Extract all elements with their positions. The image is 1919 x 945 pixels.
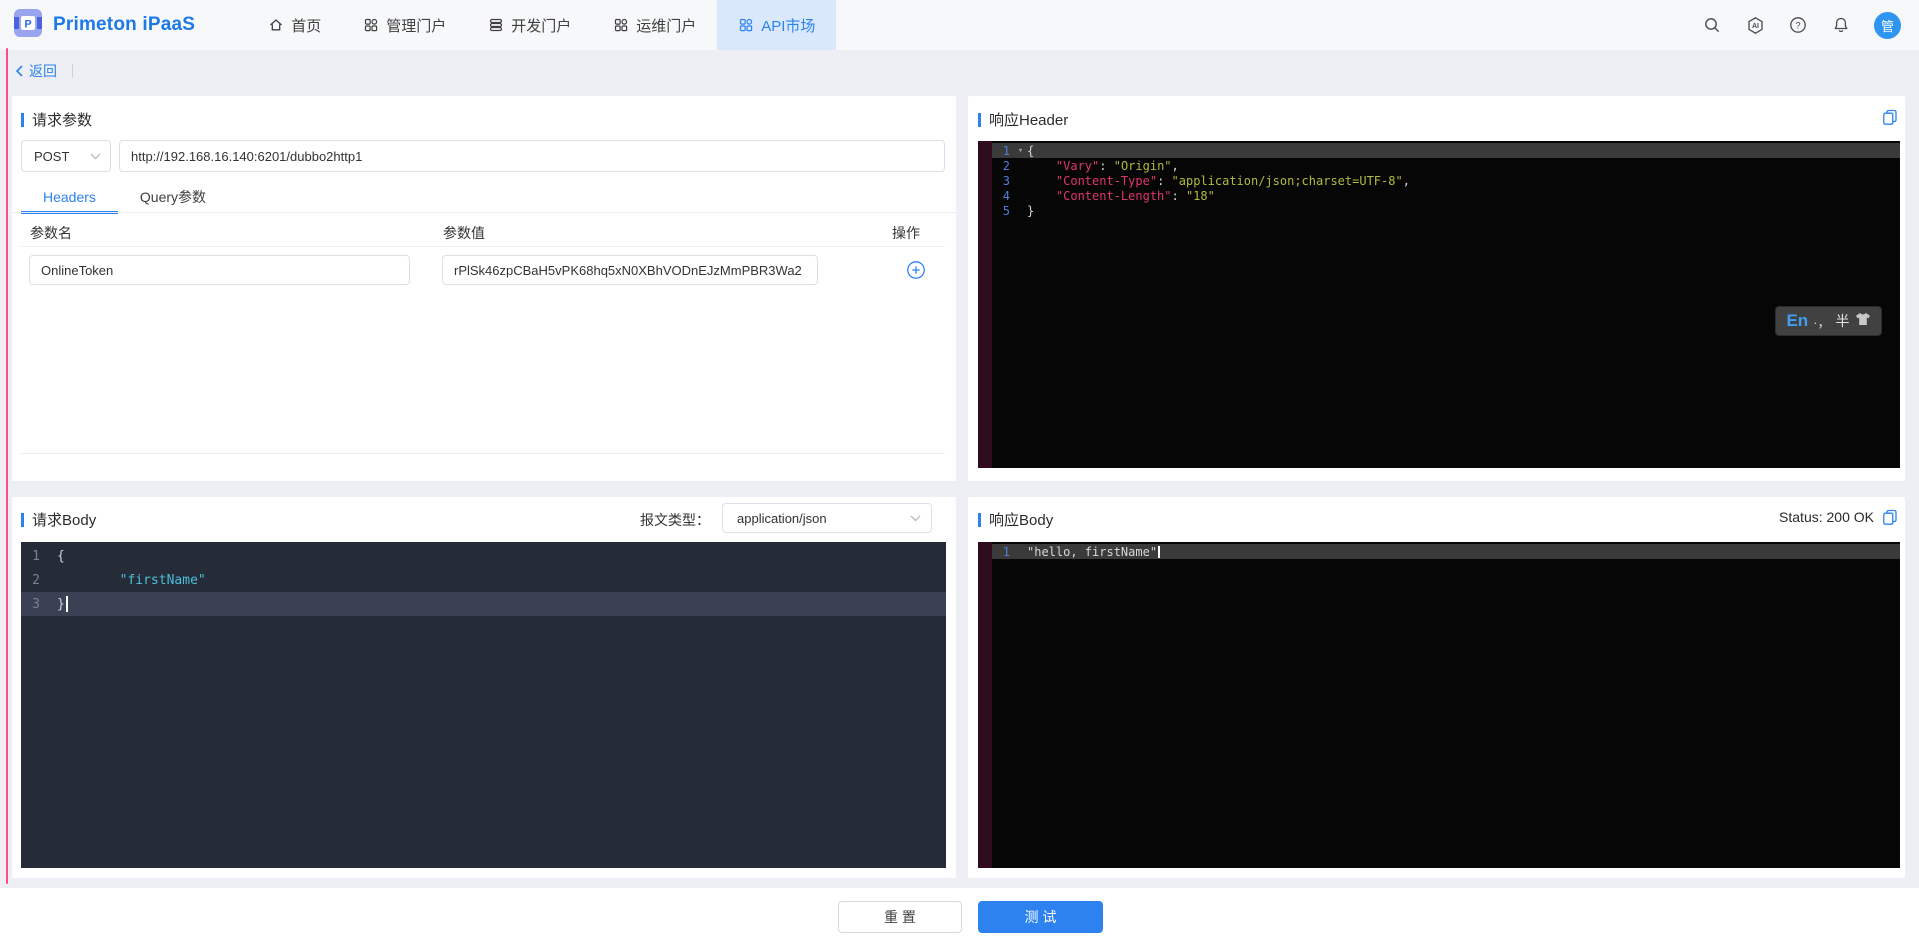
tab-label: Headers (43, 189, 96, 205)
nav-item-label: 开发门户 (511, 17, 572, 35)
brand-logo-icon: P (13, 8, 43, 43)
url-input[interactable] (119, 140, 945, 172)
back-label: 返回 (29, 63, 57, 79)
code-line: 2 "Vary": "Origin", (1002, 158, 1179, 173)
nav-item-label: 首页 (291, 17, 322, 35)
tab-headers[interactable]: Headers (21, 182, 118, 214)
ime-indicator: En ·， 半 (1776, 307, 1881, 335)
content-type-label: 报文类型： (640, 512, 710, 528)
request-tabs: Headers Query参数 (21, 182, 228, 214)
brand-title: Primeton iPaaS (53, 14, 196, 35)
panel-title-text: 请求参数 (32, 112, 93, 129)
method-select[interactable]: POST (21, 140, 111, 172)
tab-label: Query参数 (139, 189, 207, 205)
content-type-select[interactable]: application/json (722, 503, 932, 533)
bell-icon[interactable] (1831, 15, 1851, 35)
column-header-value: 参数值 (443, 225, 485, 241)
panel-title: 请求参数 (21, 109, 92, 130)
status-badge: Status: 200 OK (1779, 509, 1874, 525)
test-button[interactable]: 测 试 (978, 901, 1103, 933)
column-header-name: 参数名 (30, 225, 72, 241)
request-body-panel: 请求Body 报文类型： application/json 1{ 2 "first… (12, 497, 956, 878)
code-line: 3 "Content-Type": "application/json;char… (1002, 173, 1410, 188)
param-value-input[interactable] (442, 255, 818, 285)
panel-title-text: 请求Body (32, 512, 97, 529)
add-row-icon[interactable] (906, 260, 926, 280)
code-line: 4 "Content-Length": "18" (1002, 188, 1215, 203)
editor-gutter-strip (978, 542, 992, 868)
response-body-panel: 响应Body Status: 200 OK 1 "hello, firstName… (968, 497, 1905, 878)
nav-item-label: 管理门户 (386, 17, 447, 35)
panel-title-text: 响应Header (989, 112, 1069, 129)
nav-item-ops-portal[interactable]: 运维门户 (592, 0, 717, 50)
svg-text:AI: AI (1752, 23, 1759, 30)
nav-item-label: 运维门户 (636, 17, 697, 35)
brand: P Primeton iPaaS (0, 0, 195, 50)
content-type-value: application/json (737, 510, 827, 526)
method-value: POST (34, 148, 70, 164)
fold-arrow-icon: ▾ (1017, 145, 1024, 156)
nav-item-dev-portal[interactable]: 开发门户 (467, 0, 592, 50)
footer-bar: 重 置 测 试 (0, 888, 1919, 945)
nav-item-home[interactable]: 首页 (247, 0, 342, 50)
help-icon[interactable]: ? (1788, 15, 1808, 35)
divider (21, 453, 945, 454)
text-cursor (65, 596, 68, 612)
home-icon (268, 17, 284, 33)
divider (21, 246, 945, 247)
grid-icon (363, 17, 379, 33)
back-button[interactable]: 返回 (15, 61, 57, 81)
code-line: 3} (21, 592, 946, 616)
code-line: 1 ▾{ (992, 143, 1900, 158)
response-header-panel: 响应Header 1 ▾{2 "Vary": "Origin", 3 "Conten… (968, 96, 1905, 481)
divider (12, 212, 956, 213)
svg-text:P: P (24, 18, 31, 30)
ime-punct-label: ·， (1813, 314, 1831, 330)
nav-item-admin-portal[interactable]: 管理门户 (342, 0, 467, 50)
nav-item-api-market[interactable]: API市场 (717, 0, 837, 50)
panel-title: 请求Body (21, 509, 96, 530)
top-navbar: P Primeton iPaaS 首页 管理门户 开发门户 运维门户 API市场 (0, 0, 1919, 50)
copy-icon[interactable] (1882, 509, 1898, 525)
reset-button[interactable]: 重 置 (838, 901, 962, 933)
ime-lang-label: En (1786, 311, 1809, 330)
response-header-editor[interactable]: 1 ▾{2 "Vary": "Origin", 3 "Content-Type": … (978, 141, 1900, 468)
search-icon[interactable] (1702, 15, 1722, 35)
annotation-line (6, 48, 8, 884)
response-body-editor[interactable]: 1 "hello, firstName" (978, 542, 1900, 868)
param-name-input[interactable] (29, 255, 410, 285)
grid-icon (613, 17, 629, 33)
chevron-down-icon (910, 515, 921, 521)
stack-icon (488, 17, 504, 33)
editor-gutter-strip (978, 141, 992, 468)
chevron-down-icon (90, 153, 101, 159)
ime-skin-icon (1855, 312, 1871, 331)
ime-halfwidth-label: 半 (1835, 313, 1850, 329)
tab-query-params[interactable]: Query参数 (118, 182, 228, 212)
column-header-operation: 操作 (892, 225, 920, 241)
svg-text:?: ? (1795, 20, 1800, 30)
request-params-panel: 请求参数 POST Headers Query参数 参数名 参数值 操作 (12, 96, 956, 481)
chevron-left-icon (15, 65, 23, 77)
nav-item-label: API市场 (761, 17, 816, 35)
code-line: 1 "hello, firstName" (992, 544, 1900, 559)
breadcrumb: 返回 (15, 60, 73, 82)
divider (72, 64, 73, 78)
request-body-editor[interactable]: 1{ 2 "firstName" 3} (21, 542, 946, 868)
copy-icon[interactable] (1882, 109, 1898, 125)
grid-icon (738, 17, 754, 33)
panel-title-text: 响应Body (989, 512, 1054, 529)
avatar[interactable]: 管 (1874, 11, 1901, 39)
panel-title: 响应Body (978, 509, 1053, 530)
status-row: Status: 200 OK (1779, 509, 1898, 525)
code-line: 5} (1002, 203, 1035, 218)
text-cursor (1158, 545, 1161, 558)
code-line: 2 "firstName" (32, 572, 206, 588)
code-line: 1{ (32, 548, 65, 564)
panel-title: 响应Header (978, 109, 1068, 130)
ai-assistant-icon[interactable]: AI (1745, 15, 1765, 35)
